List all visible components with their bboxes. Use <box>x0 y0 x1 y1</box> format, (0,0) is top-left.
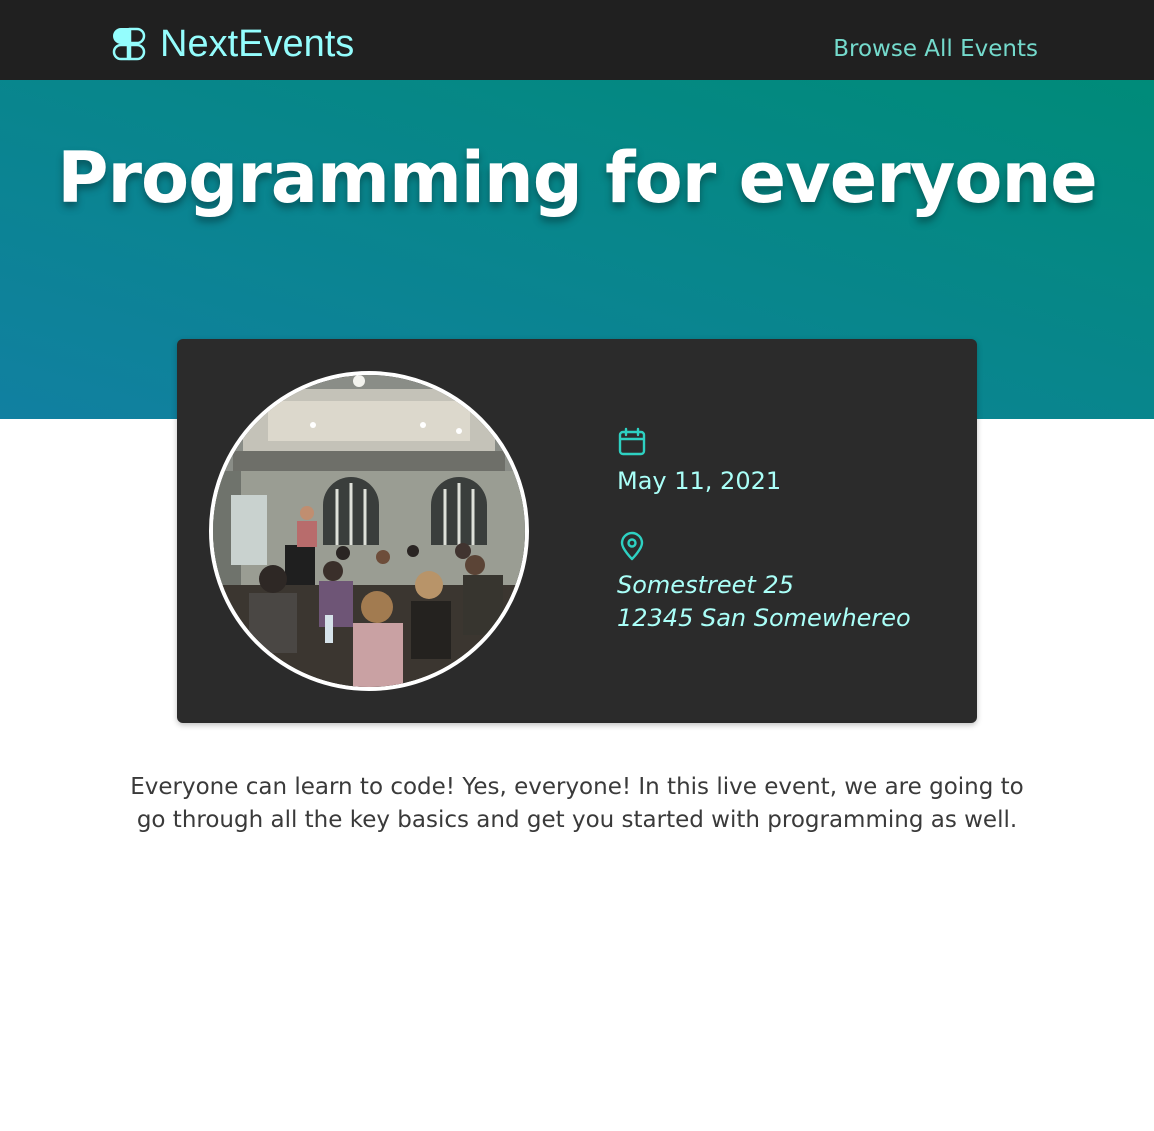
event-summary-card: May 11, 2021 Somestreet 25 12345 San Some… <box>177 339 977 723</box>
logo-link[interactable]: NextEvents <box>112 22 354 66</box>
event-description: Everyone can learn to code! Yes, everyon… <box>130 774 1024 833</box>
event-address: Somestreet 25 12345 San Somewhereo <box>617 569 947 635</box>
site-header: NextEvents Browse All Events <box>0 0 1154 80</box>
event-date: May 11, 2021 <box>617 467 782 495</box>
page-title: Programming for everyone <box>57 137 1098 219</box>
logo-text: NextEvents <box>160 23 355 65</box>
address-line-2: 12345 San Somewhereo <box>617 604 911 632</box>
event-date-block: May 11, 2021 <box>617 427 947 497</box>
event-address-block: Somestreet 25 12345 San Somewhereo <box>617 531 947 635</box>
map-pin-icon <box>620 531 644 561</box>
clover-logo-icon <box>112 27 146 61</box>
calendar-icon <box>618 427 646 456</box>
address-line-1: Somestreet 25 <box>617 571 794 599</box>
event-image <box>209 371 529 691</box>
conference-room-photo <box>213 375 525 687</box>
browse-all-events-link[interactable]: Browse All Events <box>833 34 1038 64</box>
